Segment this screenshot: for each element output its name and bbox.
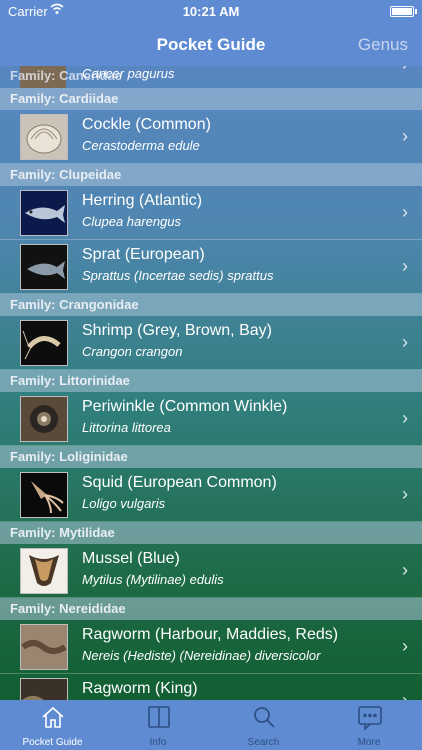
section-header: Family: Cardiidae — [0, 88, 422, 110]
list-item[interactable]: Sprat (European) Sprattus (Incertae sedis… — [0, 240, 422, 294]
chevron-right-icon: › — [402, 256, 408, 276]
scientific-name: Loligo vulgaris — [82, 496, 166, 511]
list-item[interactable]: Herring (Atlantic) Clupea harengus › — [0, 186, 422, 240]
section-header: Family: Nereididae — [0, 598, 422, 620]
section-header: Family: Littorinidae — [0, 370, 422, 392]
section-header: Family: Crangonidae — [0, 294, 422, 316]
home-icon — [40, 704, 66, 730]
common-name: Shrimp (Grey, Brown, Bay) — [82, 322, 272, 339]
species-thumbnail — [20, 678, 68, 700]
species-thumbnail — [20, 624, 68, 670]
chevron-right-icon: › — [402, 202, 408, 222]
common-name: Periwinkle (Common Winkle) — [82, 398, 288, 415]
tab-label: Info — [149, 737, 167, 748]
common-name: Ragworm (King) — [82, 680, 198, 697]
navigation-bar: Pocket Guide Genus — [0, 24, 422, 66]
species-thumbnail — [20, 190, 68, 236]
common-name: Mussel (Blue) — [82, 550, 180, 567]
chevron-right-icon: › — [402, 636, 408, 656]
tab-home[interactable]: Pocket Guide — [0, 700, 105, 750]
species-thumbnail — [20, 320, 68, 366]
list-item[interactable]: Family: Cancridae Cancer pagurus › — [0, 66, 422, 88]
scientific-name: Littorina littorea — [82, 420, 171, 435]
tab-label: Search — [247, 737, 280, 748]
tab-label: Pocket Guide — [22, 737, 83, 748]
status-time: 10:21 AM — [182, 4, 240, 19]
common-name: Cockle (Common) — [82, 116, 211, 133]
chevron-right-icon: › — [402, 560, 408, 580]
section-header: Family: Clupeidae — [0, 164, 422, 186]
battery-icon — [390, 6, 414, 17]
list-item[interactable]: Mussel (Blue) Mytilus (Mytilinae) edulis › — [0, 544, 422, 598]
species-thumbnail — [20, 548, 68, 594]
tab-bar: Pocket Guide Info Search More — [0, 700, 422, 750]
chevron-right-icon: › — [402, 484, 408, 504]
tab-label: More — [357, 737, 381, 748]
species-thumbnail — [20, 114, 68, 160]
battery-cap — [415, 9, 417, 14]
list-item[interactable]: Squid (European Common) Loligo vulgaris › — [0, 468, 422, 522]
species-thumbnail — [20, 396, 68, 442]
tab-book[interactable]: Info — [106, 700, 211, 750]
search-icon — [251, 704, 277, 730]
book-icon — [146, 704, 172, 730]
list-item[interactable]: Shrimp (Grey, Brown, Bay) Crangon crangon… — [0, 316, 422, 370]
chevron-right-icon: › — [402, 66, 408, 75]
chevron-right-icon: › — [402, 408, 408, 428]
common-name: Herring (Atlantic) — [82, 192, 203, 209]
scientific-name: Clupea harengus — [82, 214, 182, 229]
list-item[interactable]: Ragworm (King) › — [0, 674, 422, 700]
common-name: Ragworm (Harbour, Maddies, Reds) — [82, 626, 339, 643]
scientific-name: Cancer pagurus — [82, 66, 175, 81]
status-bar: Carrier 10:21 AM — [0, 0, 422, 24]
section-header: Family: Mytilidae — [0, 522, 422, 544]
tab-search[interactable]: Search — [211, 700, 316, 750]
list-item[interactable]: Ragworm (Harbour, Maddies, Reds) Nereis (… — [0, 620, 422, 674]
more-icon — [357, 704, 383, 731]
scientific-name: Crangon crangon — [82, 344, 183, 359]
chevron-right-icon: › — [402, 332, 408, 352]
tab-more[interactable]: More — [317, 700, 422, 750]
section-header: Family: Loliginidae — [0, 446, 422, 468]
scientific-name: Sprattus (Incertae sedis) sprattus — [82, 268, 274, 283]
genus-button[interactable]: Genus — [358, 35, 408, 55]
species-thumbnail — [20, 244, 68, 290]
scientific-name: Cerastoderma edule — [82, 138, 200, 153]
chevron-right-icon: › — [402, 690, 408, 700]
species-list[interactable]: Family: Cancridae Cancer pagurus › Famil… — [0, 66, 422, 700]
list-item[interactable]: Periwinkle (Common Winkle) Littorina litt… — [0, 392, 422, 446]
scientific-name: Mytilus (Mytilinae) edulis — [82, 572, 224, 587]
common-name: Sprat (European) — [82, 246, 205, 263]
chevron-right-icon: › — [402, 126, 408, 146]
species-thumbnail — [20, 472, 68, 518]
scientific-name: Nereis (Hediste) (Nereidinae) diversicol… — [82, 648, 321, 663]
list-item[interactable]: Cockle (Common) Cerastoderma edule › — [0, 110, 422, 164]
common-name: Squid (European Common) — [82, 474, 277, 491]
